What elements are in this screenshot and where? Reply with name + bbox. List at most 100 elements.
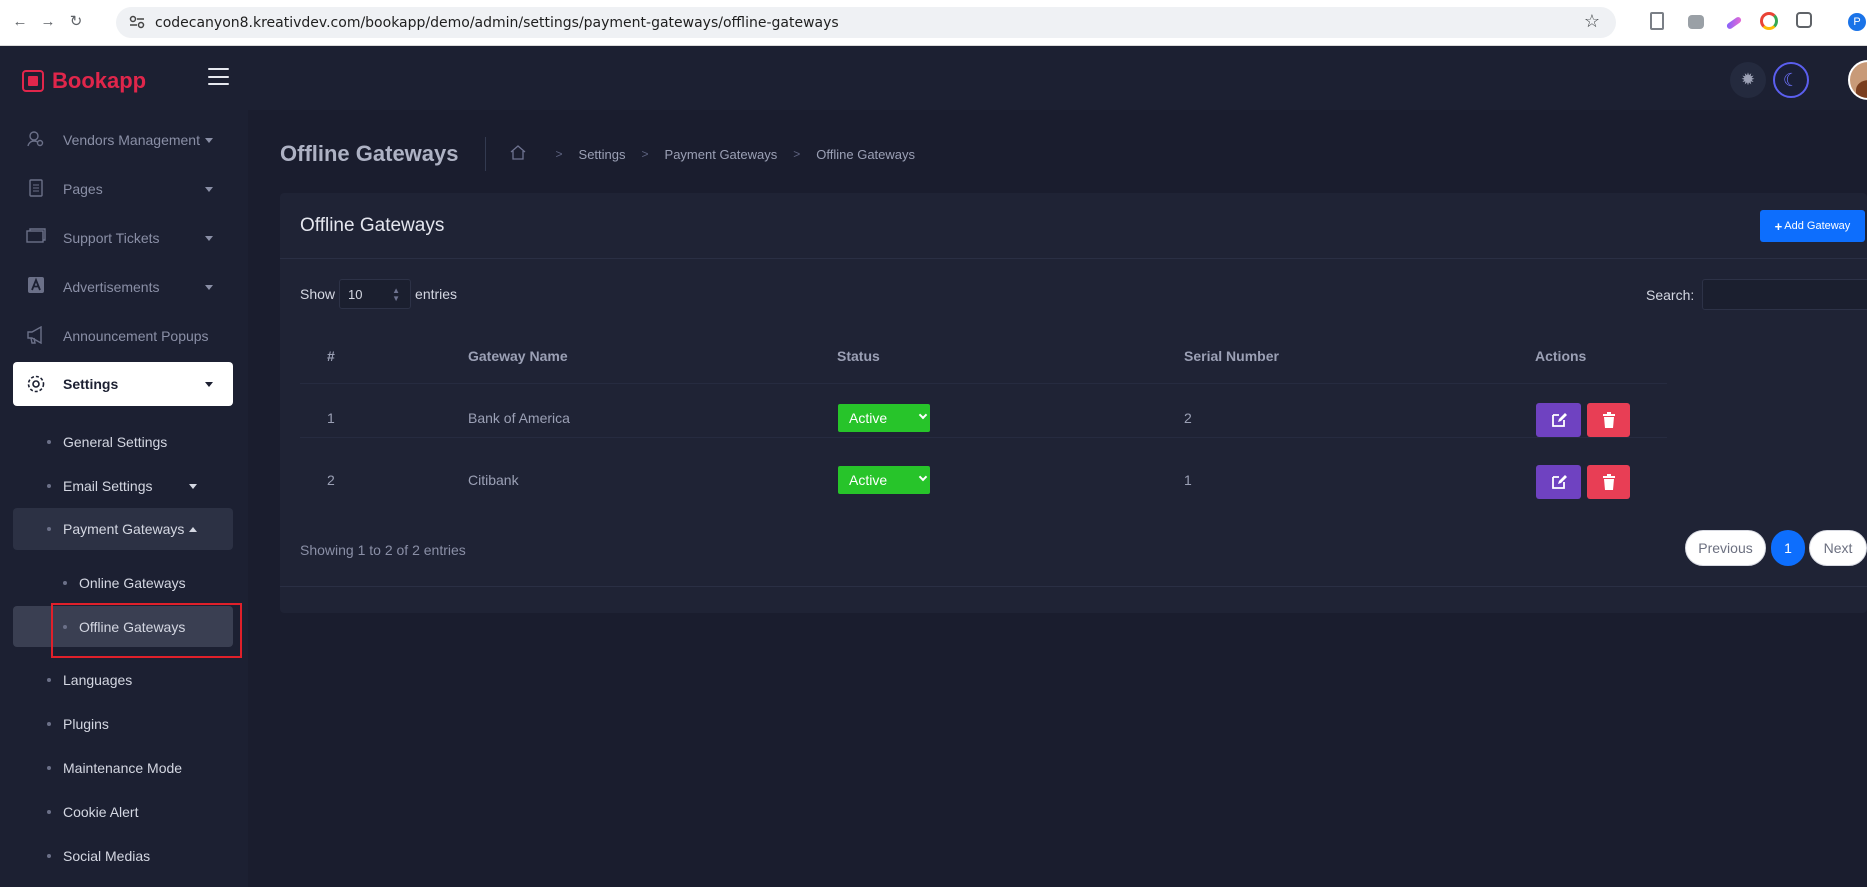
breadcrumb-payment-gateways[interactable]: Payment Gateways [665,147,778,162]
breadcrumb-separator-icon: > [555,147,563,161]
edit-button[interactable] [1536,403,1581,437]
camera-extension-icon[interactable] [1688,15,1704,29]
notes-extension-icon[interactable] [1650,12,1664,30]
sidebar-item-label: Advertisements [63,279,160,295]
color-extension-icon[interactable] [1760,12,1778,30]
add-gateway-button[interactable]: + Add Gateway [1760,210,1865,242]
sidebar-item-pages[interactable]: Pages [13,167,233,211]
brand-logo[interactable]: Bookapp [22,64,146,98]
sidebar-item-label: Pages [63,181,103,197]
breadcrumb-settings[interactable]: Settings [579,147,626,162]
chevron-down-icon [205,186,213,192]
sidebar-sub-label: Online Gateways [79,575,186,591]
gateways-card: Offline Gateways + Add Gateway Show 10 ▲… [280,193,1867,613]
delete-button[interactable] [1587,403,1630,437]
sidebar-sub-label: General Settings [63,434,168,450]
pagination-previous[interactable]: Previous [1685,530,1766,566]
bookmark-star-icon[interactable]: ☆ [1584,11,1600,32]
megaphone-icon [25,325,47,346]
sidebar-sub-payment-gateways[interactable]: Payment Gateways [13,508,233,550]
status-select[interactable]: Active [838,466,930,494]
sidebar-item-settings[interactable]: Settings [13,362,233,406]
entries-select[interactable]: 10 ▲ ▼ [339,279,412,309]
sidebar-sub-plugins[interactable]: Plugins [13,704,233,744]
moon-icon: ☾ [1782,69,1800,90]
sidebar-sub-label: Languages [63,672,133,688]
column-header-number[interactable]: # [327,348,335,364]
home-icon[interactable] [510,145,526,163]
sidebar-sub-label: Social Medias [63,848,151,864]
bullet-icon [47,766,51,770]
header-divider [484,137,486,171]
sidebar-item-label: Announcement Popups [63,328,209,344]
edit-icon [1551,475,1567,489]
chevron-down-icon [189,483,197,489]
gear-icon [25,374,47,394]
address-bar[interactable]: codecanyon8.kreativdev.com/bookapp/demo/… [116,7,1616,38]
show-label: Show [300,286,336,302]
sidebar-sub-label: Cookie Alert [63,804,139,820]
puzzle-extension-icon[interactable] [1796,12,1812,28]
sidebar-item-support-tickets[interactable]: Support Tickets [13,216,233,260]
sidebar-sub-online-gateways[interactable]: Online Gateways [13,563,233,603]
delete-button[interactable] [1587,465,1630,499]
reload-icon[interactable]: ↻ [66,12,86,32]
breadcrumb-separator-icon: > [793,147,801,161]
bullet-icon [47,484,51,488]
serial-number: 2 [1184,410,1192,426]
sidebar-sub-social-medias[interactable]: Social Medias [13,836,233,876]
pagination-next[interactable]: Next [1809,530,1867,566]
page-title: Offline Gateways [280,141,459,166]
breadcrumb-offline-gateways: Offline Gateways [816,146,916,162]
column-header-gateway-name[interactable]: Gateway Name [468,348,568,364]
dark-theme-button[interactable]: ☾ [1773,62,1809,98]
site-info-icon[interactable] [129,15,145,29]
bullet-icon [47,527,51,531]
status-value: Active [849,472,888,488]
row-divider-line [300,437,1667,438]
back-icon[interactable]: ← [10,12,30,32]
breadcrumb-separator-icon: > [641,147,649,161]
ad-icon [25,277,47,297]
ticket-icon [25,228,47,248]
sidebar-sub-label: Maintenance Mode [63,760,183,776]
url-text: codecanyon8.kreativdev.com/bookapp/demo/… [155,15,839,31]
logo-icon [22,70,44,92]
column-header-serial-number[interactable]: Serial Number [1184,348,1279,364]
entries-label: entries [415,286,458,302]
sidebar-item-announcement-popups[interactable]: Announcement Popups [13,314,233,358]
edit-button[interactable] [1536,465,1581,499]
sidebar-sub-cookie-alert[interactable]: Cookie Alert [13,792,233,832]
sidebar-sub-maintenance-mode[interactable]: Maintenance Mode [13,748,233,788]
card-title: Offline Gateways [300,215,445,236]
forward-icon[interactable]: → [38,12,58,32]
bullet-icon [47,440,51,444]
sidebar-item-advertisements[interactable]: Advertisements [13,265,233,309]
bullet-icon [47,722,51,726]
entries-value: 10 [348,286,363,302]
sidebar-sub-email-settings[interactable]: Email Settings [13,466,233,506]
sidebar-sub-label: Payment Gateways [63,521,185,537]
sun-icon: ✹ [1740,70,1756,89]
column-header-actions: Actions [1535,348,1587,364]
sidebar-sub-general-settings[interactable]: General Settings [13,422,233,462]
chevron-down-icon [205,284,213,290]
sidebar-sub-languages[interactable]: Languages [13,660,233,700]
browser-profile-icon[interactable]: P [1848,13,1866,31]
sidebar-item-label: Vendors Management [63,132,200,148]
pagination-page-1[interactable]: 1 [1771,530,1805,566]
bullet-icon [63,581,67,585]
status-select[interactable]: Active [838,404,930,432]
light-theme-button[interactable]: ✹ [1730,62,1766,98]
file-icon [25,179,47,199]
column-header-status[interactable]: Status [837,348,880,364]
table-search: Search: [1646,279,1867,310]
sidebar-item-vendors-management[interactable]: Vendors Management [13,118,233,162]
row-number: 1 [327,410,335,426]
sidebar-sub-label: Plugins [63,716,109,732]
search-input[interactable] [1702,279,1867,310]
trash-icon [1602,474,1615,490]
status-value: Active [849,410,888,426]
menu-toggle-icon[interactable] [208,68,229,85]
pen-extension-icon[interactable] [1725,15,1743,31]
